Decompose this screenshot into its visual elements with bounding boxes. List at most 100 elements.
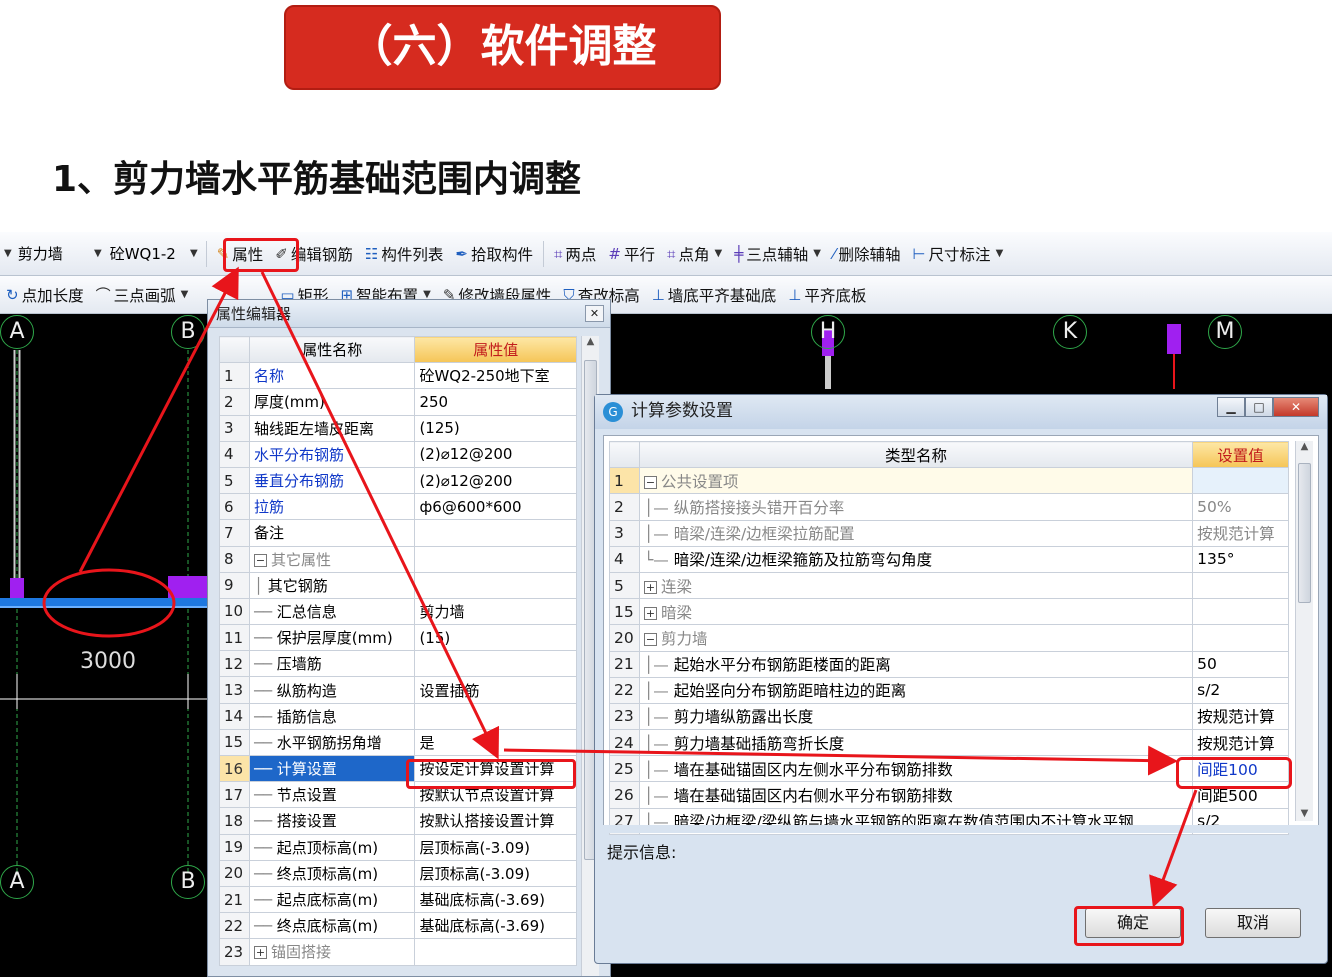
- setting-value[interactable]: s/2: [1192, 676, 1289, 704]
- component-list-button[interactable]: ☷ 构件列表: [359, 239, 449, 269]
- property-value[interactable]: 按默认搭接设置计算: [414, 807, 577, 835]
- minimize-icon[interactable]: ▁: [1217, 397, 1245, 417]
- property-value[interactable]: [414, 650, 577, 678]
- table-row[interactable]: 21 │— 起始水平分布钢筋距楼面的距离 50: [609, 650, 1289, 678]
- component-name-select[interactable]: 砼WQ1-2 ▼: [106, 241, 202, 267]
- table-row[interactable]: 11 ── 保护层厚度(mm) (15): [219, 624, 577, 652]
- table-row[interactable]: 6 拉筋 ф6@600*600: [219, 493, 577, 521]
- column-header-setting[interactable]: 设置值: [1192, 440, 1289, 469]
- align-bottom-button[interactable]: ⊥ 平齐底板: [782, 280, 872, 310]
- table-row[interactable]: 22 │— 起始竖向分布钢筋距暗柱边的距离 s/2: [609, 676, 1289, 704]
- scroll-up-icon[interactable]: ▲: [1296, 441, 1313, 452]
- scroll-down-icon[interactable]: ▼: [1296, 808, 1313, 819]
- two-point-button[interactable]: ⌗ 两点: [548, 239, 602, 269]
- scroll-up-icon[interactable]: ▲: [582, 336, 599, 347]
- setting-value[interactable]: 135°: [1192, 545, 1289, 573]
- column-header-type[interactable]: 类型名称: [638, 440, 1194, 469]
- three-point-arc-button[interactable]: ⌒ 三点画弧 ▼: [90, 280, 195, 310]
- table-row[interactable]: 13 ── 纵筋构造 设置插筋: [219, 676, 577, 704]
- setting-value[interactable]: [1192, 467, 1289, 495]
- property-value[interactable]: 剪力墙: [414, 597, 577, 626]
- setting-value[interactable]: [1192, 598, 1289, 626]
- collapse-icon[interactable]: −: [253, 553, 267, 567]
- table-row[interactable]: 5 垂直分布钢筋 (2)⌀12@200: [219, 466, 577, 495]
- scroll-left-arrow[interactable]: ▼: [0, 239, 14, 269]
- property-value[interactable]: ф6@600*600: [414, 493, 577, 521]
- table-row[interactable]: 4 水平分布钢筋 (2)⌀12@200: [219, 440, 577, 468]
- three-point-axis-button[interactable]: ╪ 三点辅轴 ▼: [728, 239, 827, 269]
- property-value[interactable]: 基础底标高(-3.69): [414, 885, 577, 914]
- table-row-group[interactable]: 5 + 连梁: [609, 571, 1289, 600]
- table-row[interactable]: 22 ── 终点底标高(m) 基础底标高(-3.69): [219, 912, 577, 940]
- table-row[interactable]: 9 │ 其它钢筋: [219, 571, 577, 599]
- table-row[interactable]: 1 名称 砼WQ2-250地下室: [219, 362, 577, 390]
- table-row[interactable]: 4 └— 暗梁/连梁/边框梁箍筋及拉筋弯勾角度 135°: [609, 545, 1289, 573]
- table-row[interactable]: 2 │— 纵筋搭接接头错开百分率 50%: [609, 493, 1289, 521]
- table-row[interactable]: 18 ── 搭接设置 按默认搭接设置计算: [219, 807, 577, 835]
- scrollbar-thumb[interactable]: [1298, 463, 1311, 603]
- property-value[interactable]: 基础底标高(-3.69): [414, 912, 577, 940]
- table-row[interactable]: 3 │— 暗梁/连梁/边框梁拉筋配置 按规范计算: [609, 519, 1289, 547]
- pick-component-button[interactable]: ✒ 拾取构件: [449, 239, 539, 269]
- property-value[interactable]: 设置插筋: [414, 676, 577, 704]
- table-row[interactable]: 19 ── 起点顶标高(m) 层顶标高(-3.09): [219, 833, 577, 861]
- setting-value[interactable]: [1192, 624, 1289, 652]
- setting-value[interactable]: 50%: [1192, 493, 1289, 521]
- close-icon[interactable]: ✕: [585, 305, 604, 322]
- table-row-group[interactable]: 20− 剪力墙: [609, 624, 1289, 652]
- property-value[interactable]: [414, 702, 577, 730]
- calc-scrollbar[interactable]: ▲ ▼: [1295, 441, 1313, 821]
- table-row[interactable]: 12 ── 压墙筋: [219, 650, 577, 678]
- close-icon[interactable]: ✕: [1273, 397, 1319, 417]
- calc-settings-titlebar[interactable]: G 计算参数设置 ▁ □ ✕: [595, 395, 1327, 429]
- table-row-group[interactable]: 23 + 锚固搭接: [219, 938, 577, 966]
- component-type-select[interactable]: 剪力墙 ▼: [14, 241, 106, 267]
- point-length-button[interactable]: ↻ 点加长度: [0, 280, 90, 310]
- property-value[interactable]: (2)⌀12@200: [414, 466, 577, 495]
- point-angle-button[interactable]: ⌗ 点角 ▼: [661, 239, 728, 269]
- setting-value[interactable]: 50: [1192, 650, 1289, 678]
- delete-axis-button[interactable]: ⁄ 删除辅轴: [827, 239, 907, 269]
- maximize-icon[interactable]: □: [1245, 397, 1273, 417]
- column-header-name[interactable]: 属性名称: [248, 335, 416, 364]
- property-value[interactable]: (125): [414, 414, 577, 442]
- table-row[interactable]: 15 ── 水平钢筋拐角增是: [219, 728, 577, 757]
- property-value[interactable]: (15): [414, 624, 577, 652]
- table-row[interactable]: 14 ── 插筋信息: [219, 702, 577, 730]
- table-row-group[interactable]: 15 + 暗梁: [609, 598, 1289, 626]
- dimension-button[interactable]: ⊢ 尺寸标注 ▼: [906, 239, 1009, 269]
- column-header-value[interactable]: 属性值: [414, 335, 577, 364]
- expand-icon[interactable]: +: [253, 946, 267, 960]
- table-row-group[interactable]: 8− 其它属性: [219, 545, 577, 573]
- table-row[interactable]: 3 轴线距左墙皮距离 (125): [219, 414, 577, 442]
- property-value[interactable]: 是: [414, 728, 577, 757]
- expand-icon[interactable]: +: [643, 606, 657, 620]
- table-row[interactable]: 7 备注: [219, 519, 577, 547]
- table-row[interactable]: 2 厚度(mm) 250: [219, 388, 577, 416]
- property-value[interactable]: 砼WQ2-250地下室: [414, 362, 577, 390]
- property-editor-titlebar[interactable]: 属性编辑器 ✕: [208, 300, 610, 328]
- property-value[interactable]: [414, 571, 577, 599]
- property-value[interactable]: [414, 519, 577, 547]
- table-row[interactable]: 24 │— 剪力墙基础插筋弯折长度 按规范计算: [609, 729, 1289, 757]
- collapse-icon[interactable]: −: [643, 475, 657, 489]
- property-value[interactable]: 层顶标高(-3.09): [414, 859, 577, 887]
- collapse-icon[interactable]: −: [643, 632, 657, 646]
- table-row[interactable]: 10 ── 汇总信息 剪力墙: [219, 597, 577, 626]
- setting-value[interactable]: [1192, 571, 1289, 600]
- setting-value[interactable]: 按规范计算: [1192, 702, 1289, 731]
- table-row[interactable]: 20 ── 终点顶标高(m) 层顶标高(-3.09): [219, 859, 577, 887]
- property-value[interactable]: (2)⌀12@200: [414, 440, 577, 468]
- property-value[interactable]: 层顶标高(-3.09): [414, 833, 577, 861]
- table-row[interactable]: 21 ── 起点底标高(m) 基础底标高(-3.69): [219, 885, 577, 914]
- table-row[interactable]: 23 │— 剪力墙纵筋露出长度 按规范计算: [609, 702, 1289, 731]
- expand-icon[interactable]: +: [643, 580, 657, 594]
- setting-value[interactable]: 按规范计算: [1192, 729, 1289, 757]
- parallel-button[interactable]: # 平行: [602, 239, 661, 269]
- cancel-button[interactable]: 取消: [1205, 908, 1301, 938]
- property-value[interactable]: 250: [414, 388, 577, 416]
- row-number: 9: [219, 571, 250, 599]
- wall-bottom-align-button[interactable]: ⊥ 墙底平齐基础底: [646, 280, 783, 310]
- setting-value[interactable]: 按规范计算: [1192, 519, 1289, 547]
- table-row-group[interactable]: 1− 公共设置项: [609, 467, 1289, 495]
